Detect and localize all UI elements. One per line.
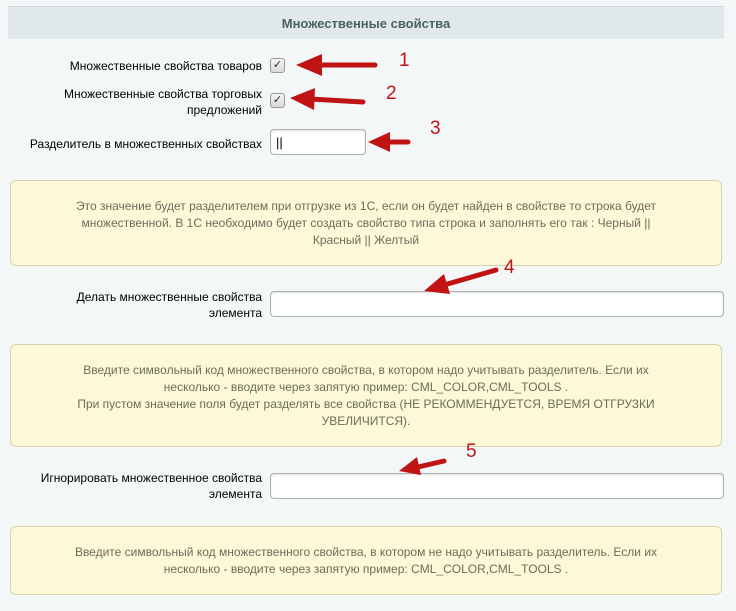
ignore-multi-hint-line1: Введите символьный код множественного св… [74, 544, 658, 559]
checkmark-icon: ✓ [272, 59, 283, 71]
multi-props-goods-checkbox[interactable]: ✓ [270, 58, 285, 73]
annotation-number-3: 3 [430, 118, 441, 139]
make-multi-hint-line2: несколько - вводите через запятую пример… [163, 379, 569, 394]
ignore-multi-label: Игнорировать множественное свойства элем… [41, 470, 262, 502]
separator-label: Разделитель в множественных свойствах [30, 136, 262, 152]
annotation-arrow-2-icon [290, 88, 366, 110]
ignore-multi-label-line2: элемента [208, 487, 262, 501]
separator-hint: Это значение будет разделителем при отгр… [10, 180, 722, 266]
make-multi-label-line1: Делать множественные свойства [76, 290, 262, 304]
make-multi-label: Делать множественные свойства элемента [77, 289, 262, 321]
separator-input[interactable] [270, 129, 366, 155]
ignore-multi-hint-line2: несколько - вводите через запятую пример… [163, 561, 569, 576]
separator-label-text: Разделитель в множественных свойствах [29, 137, 262, 151]
annotation-arrow-4-icon [424, 267, 499, 294]
annotation-number-1: 1 [399, 50, 410, 71]
separator-hint-line1: Это значение будет разделителем при отгр… [75, 198, 656, 213]
make-multi-hint: Введите символьный код множественного св… [10, 344, 722, 447]
make-multi-hint-line3: При пустом значение поля будет разделять… [77, 396, 655, 411]
annotation-number-4: 4 [504, 257, 515, 278]
ignore-multi-input[interactable] [270, 473, 724, 499]
make-multi-label-line2: элемента [208, 306, 262, 320]
ignore-multi-hint: Введите символьный код множественного св… [10, 526, 722, 595]
multi-props-offers-checkbox[interactable]: ✓ [270, 93, 285, 108]
multi-props-offers-label: Множественные свойства торговых предложе… [64, 86, 262, 118]
separator-hint-line3: Красный || Желтый [312, 232, 420, 247]
multi-props-goods-label-text: Множественные свойства товаров [69, 59, 262, 73]
multi-props-goods-label: Множественные свойства товаров [70, 58, 262, 74]
make-multi-hint-line1: Введите символьный код множественного св… [83, 362, 649, 377]
annotation-arrow-5-icon [399, 457, 447, 475]
make-multi-hint-line4: УВЕЛИЧИТСЯ). [321, 413, 411, 428]
section-title: Множественные свойства [281, 15, 451, 31]
annotation-number-5: 5 [466, 441, 477, 462]
section-header: Множественные свойства [8, 6, 724, 39]
ignore-multi-label-line1: Игнорировать множественное свойства [40, 471, 262, 485]
separator-hint-line2: множественной. В 1С необходимо будет соз… [81, 215, 651, 230]
annotation-arrow-3-icon [368, 132, 411, 152]
annotation-arrow-1-icon [296, 54, 378, 76]
multi-props-offers-label-line2: предложений [187, 103, 262, 117]
checkmark-icon: ✓ [272, 94, 283, 106]
annotation-number-2: 2 [386, 83, 397, 104]
multi-props-offers-label-line1: Множественные свойства торговых [63, 87, 262, 101]
